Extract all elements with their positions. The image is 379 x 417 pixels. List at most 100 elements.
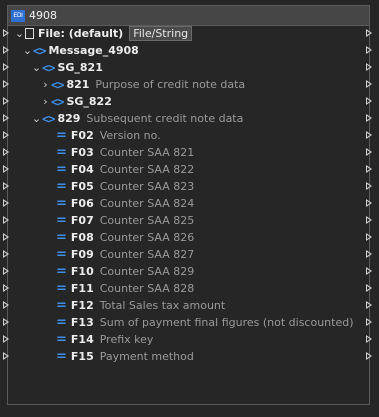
input-port-icon[interactable] — [3, 233, 9, 241]
field-icon: = — [56, 298, 67, 313]
message-label: Message_4908 — [48, 44, 139, 57]
input-port-icon[interactable] — [3, 250, 9, 258]
output-port-icon[interactable] — [366, 284, 372, 292]
tree-row-field[interactable]: = F12 Total Sales tax amount — [56, 297, 225, 314]
output-port-icon[interactable] — [366, 148, 372, 156]
chevron-right-icon[interactable]: › — [40, 76, 51, 93]
tree-row-seg821[interactable]: › <> 821 Purpose of credit note data — [40, 76, 245, 93]
tree-row-field[interactable]: = F04 Counter SAA 822 — [56, 161, 194, 178]
field-desc: Payment method — [99, 350, 194, 363]
input-port-icon[interactable] — [3, 29, 9, 37]
input-port-icon[interactable] — [3, 80, 9, 88]
file-label: File: (default) — [38, 27, 124, 40]
tree-row-sg822[interactable]: › <> SG_822 — [40, 93, 112, 110]
output-port-icon[interactable] — [366, 318, 372, 326]
output-port-icon[interactable] — [366, 216, 372, 224]
field-code: F09 — [70, 248, 94, 261]
output-port-icon[interactable] — [366, 233, 372, 241]
tree-row-field[interactable]: = F09 Counter SAA 827 — [56, 246, 194, 263]
output-port-icon[interactable] — [366, 182, 372, 190]
input-port-icon[interactable] — [3, 148, 9, 156]
chevron-down-icon[interactable]: ⌄ — [31, 110, 42, 127]
input-port-icon[interactable] — [3, 165, 9, 173]
field-icon: = — [56, 230, 67, 245]
field-icon: = — [56, 247, 67, 262]
output-port-icon[interactable] — [366, 352, 372, 360]
tree-row-message[interactable]: ⌄ <> Message_4908 — [22, 42, 139, 59]
tree-row-field[interactable]: = F15 Payment method — [56, 348, 194, 365]
component-titlebar[interactable]: EDI 4908 — [8, 6, 369, 26]
field-icon: = — [56, 128, 67, 143]
tree-row-field[interactable]: = F08 Counter SAA 826 — [56, 229, 194, 246]
output-port-icon[interactable] — [366, 114, 372, 122]
segment-icon: <> — [51, 94, 64, 109]
chevron-right-icon[interactable]: › — [40, 93, 51, 110]
seg821-desc: Purpose of credit note data — [95, 78, 246, 91]
input-port-icon[interactable] — [3, 301, 9, 309]
field-desc: Counter SAA 822 — [99, 163, 195, 176]
output-port-icon[interactable] — [366, 301, 372, 309]
field-desc: Counter SAA 826 — [99, 231, 195, 244]
output-port-icon[interactable] — [366, 165, 372, 173]
input-port-icon[interactable] — [3, 267, 9, 275]
field-code: F05 — [70, 180, 94, 193]
file-type-tag[interactable]: File/String — [129, 26, 193, 41]
field-icon: = — [56, 196, 67, 211]
field-code: F06 — [70, 197, 94, 210]
field-icon: = — [56, 145, 67, 160]
field-icon: = — [56, 332, 67, 347]
tree-row-field[interactable]: = F05 Counter SAA 823 — [56, 178, 194, 195]
segment-icon: <> — [42, 60, 55, 75]
output-port-icon[interactable] — [366, 80, 372, 88]
field-desc: Total Sales tax amount — [99, 299, 226, 312]
output-port-icon[interactable] — [366, 199, 372, 207]
tree-row-field[interactable]: = F07 Counter SAA 825 — [56, 212, 194, 229]
field-code: F04 — [70, 163, 94, 176]
input-port-icon[interactable] — [3, 114, 9, 122]
field-desc: Counter SAA 823 — [99, 180, 195, 193]
segment-icon: <> — [51, 77, 64, 92]
seg829-desc: Subsequent credit note data — [86, 112, 244, 125]
output-port-icon[interactable] — [366, 131, 372, 139]
input-port-icon[interactable] — [3, 182, 9, 190]
chevron-down-icon[interactable]: ⌄ — [14, 25, 25, 42]
tree-row-field[interactable]: = F03 Counter SAA 821 — [56, 144, 194, 161]
output-port-icon[interactable] — [366, 267, 372, 275]
field-desc: Version no. — [99, 129, 161, 142]
tree-row-field[interactable]: = F02 Version no. — [56, 127, 161, 144]
tree-row-field[interactable]: = F10 Counter SAA 829 — [56, 263, 194, 280]
output-port-icon[interactable] — [366, 29, 372, 37]
field-code: F08 — [70, 231, 94, 244]
chevron-down-icon[interactable]: ⌄ — [22, 42, 33, 59]
output-port-icon[interactable] — [366, 63, 372, 71]
input-port-icon[interactable] — [3, 335, 9, 343]
field-icon: = — [56, 213, 67, 228]
output-port-icon[interactable] — [366, 46, 372, 54]
input-port-icon[interactable] — [3, 284, 9, 292]
input-port-icon[interactable] — [3, 97, 9, 105]
tree-row-field[interactable]: = F11 Counter SAA 828 — [56, 280, 194, 297]
input-port-icon[interactable] — [3, 63, 9, 71]
field-desc: Counter SAA 825 — [99, 214, 195, 227]
field-code: F07 — [70, 214, 94, 227]
tree-row-field[interactable]: = F06 Counter SAA 824 — [56, 195, 194, 212]
sg821-label: SG_821 — [57, 61, 103, 74]
output-port-icon[interactable] — [366, 335, 372, 343]
tree-row-sg821[interactable]: ⌄ <> SG_821 — [31, 59, 103, 76]
field-icon: = — [56, 179, 67, 194]
tree-row-field[interactable]: = F14 Prefix key — [56, 331, 153, 348]
input-port-icon[interactable] — [3, 199, 9, 207]
input-port-icon[interactable] — [3, 216, 9, 224]
field-icon: = — [56, 349, 67, 364]
field-icon: = — [56, 281, 67, 296]
input-port-icon[interactable] — [3, 46, 9, 54]
tree-row-seg829[interactable]: ⌄ <> 829 Subsequent credit note data — [31, 110, 243, 127]
input-port-icon[interactable] — [3, 352, 9, 360]
tree-row-field[interactable]: = F13 Sum of payment final figures (not di… — [56, 314, 354, 331]
output-port-icon[interactable] — [366, 250, 372, 258]
tree-row-file[interactable]: ⌄ File: (default) File/String — [14, 25, 193, 42]
chevron-down-icon[interactable]: ⌄ — [31, 59, 42, 76]
input-port-icon[interactable] — [3, 318, 9, 326]
output-port-icon[interactable] — [366, 97, 372, 105]
input-port-icon[interactable] — [3, 131, 9, 139]
